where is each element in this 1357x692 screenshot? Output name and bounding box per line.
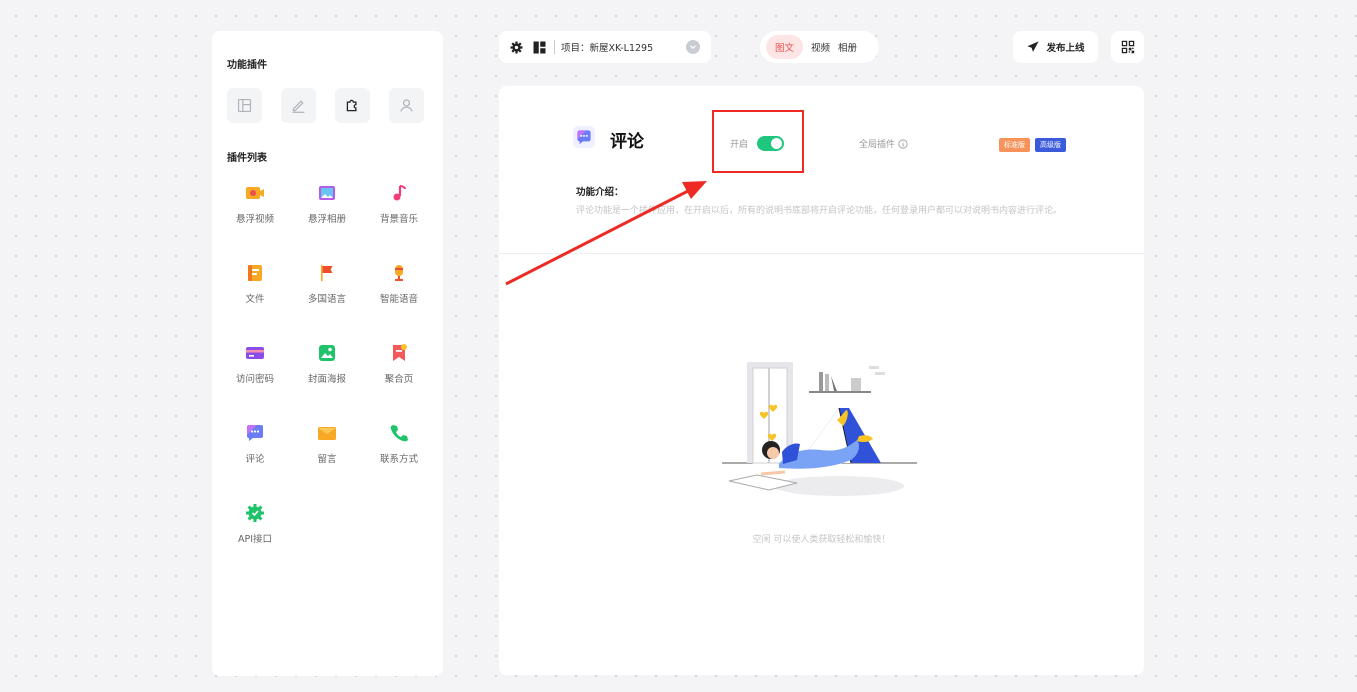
- empty-state-illustration: [722, 362, 917, 496]
- plugin-grid: 悬浮视频 悬浮相册 背景音乐 文件 多国语言 智能语音 访问密码 封面海报 聚合…: [219, 182, 439, 547]
- phone-icon: [388, 422, 410, 444]
- section-divider: [499, 253, 1144, 254]
- plugin-label: API接口: [237, 534, 273, 545]
- project-name: 项目：新屋XK-L1295: [561, 43, 654, 54]
- send-icon: [1027, 41, 1040, 52]
- qr-code-button[interactable]: [1111, 31, 1144, 63]
- plugin-label: 悬浮相册: [307, 214, 346, 225]
- tab-album[interactable]: 相册: [838, 40, 857, 54]
- plugin-aggregate-page[interactable]: 聚合页: [363, 342, 435, 387]
- layout-icon: [237, 98, 252, 113]
- plugin-label: 留言: [317, 454, 337, 465]
- publish-label: 发布上线: [1046, 43, 1085, 54]
- file-icon: [244, 262, 266, 284]
- music-icon: [388, 182, 410, 204]
- tab-image-text[interactable]: 图文: [766, 35, 804, 59]
- plugin-detail-panel: 评论 开启 全局插件 标准版 高级版 功能介绍： 评论功能是一个插件应用，在开启…: [499, 86, 1144, 675]
- plugin-api[interactable]: API接口: [219, 502, 291, 547]
- plugin-contact[interactable]: 联系方式: [363, 422, 435, 467]
- plugin-label: 访问密码: [235, 374, 274, 385]
- edition-badges: 标准版 高级版: [999, 138, 1066, 152]
- flag-icon: [316, 262, 338, 284]
- plugin-label: 智能语音: [379, 294, 418, 305]
- plugin-title: 评论: [610, 132, 644, 152]
- plugin-cover-poster[interactable]: 封面海报: [291, 342, 363, 387]
- plugin-multi-language[interactable]: 多国语言: [291, 262, 363, 307]
- plugin-list-title: 插件列表: [227, 153, 267, 164]
- plugin-label: 背景音乐: [379, 214, 418, 225]
- tool-user[interactable]: [389, 88, 424, 123]
- bookmark-icon: [388, 342, 410, 364]
- tab-video[interactable]: 视频: [811, 40, 830, 54]
- tool-layout[interactable]: [227, 88, 262, 123]
- user-icon: [400, 99, 413, 112]
- badge-advanced: 高级版: [1035, 138, 1066, 152]
- info-icon[interactable]: [898, 138, 908, 149]
- api-gear-icon: [244, 502, 266, 524]
- plugin-comment[interactable]: 评论: [219, 422, 291, 467]
- comment-icon: [244, 422, 266, 444]
- video-icon: [244, 182, 266, 204]
- tool-row: [227, 88, 424, 123]
- plugin-sidebar: 功能插件 插件列表 悬浮视频 悬浮相册 背景音乐 文件 多国语言 智能语音 访问…: [212, 31, 443, 676]
- plugin-label: 评论: [245, 454, 265, 465]
- chevron-down-icon[interactable]: [686, 40, 700, 54]
- plugin-label: 多国语言: [307, 294, 346, 305]
- edit-icon: [292, 100, 305, 113]
- album-icon: [316, 182, 338, 204]
- layout-grid-icon[interactable]: [531, 39, 547, 55]
- publish-button[interactable]: 发布上线: [1013, 31, 1098, 63]
- plugin-label: 悬浮视频: [235, 214, 274, 225]
- intro-title: 功能介绍：: [576, 187, 624, 198]
- plugin-label: 联系方式: [379, 454, 418, 465]
- badge-standard: 标准版: [999, 138, 1030, 152]
- tool-plugin[interactable]: [335, 88, 370, 123]
- tool-edit[interactable]: [281, 88, 316, 123]
- plugin-access-password[interactable]: 访问密码: [219, 342, 291, 387]
- poster-icon: [316, 342, 338, 364]
- global-plugin-info: 全局插件: [859, 137, 908, 150]
- plugin-smart-voice[interactable]: 智能语音: [363, 262, 435, 307]
- plugin-floating-video[interactable]: 悬浮视频: [219, 182, 291, 227]
- plugin-floating-album[interactable]: 悬浮相册: [291, 182, 363, 227]
- plugin-file[interactable]: 文件: [219, 262, 291, 307]
- plugin-message[interactable]: 留言: [291, 422, 363, 467]
- tools-section-title: 功能插件: [227, 60, 267, 71]
- settings-gear-icon[interactable]: [508, 39, 524, 55]
- comment-icon: [573, 126, 595, 148]
- card-icon: [244, 342, 266, 364]
- highlight-box: [712, 110, 804, 173]
- project-selector[interactable]: 项目：新屋XK-L1295: [499, 31, 711, 63]
- plugin-bg-music[interactable]: 背景音乐: [363, 182, 435, 227]
- mail-icon: [316, 422, 338, 444]
- empty-state-text: 空闲 可以使人类获取轻松和愉快！: [752, 535, 891, 545]
- puzzle-icon: [346, 99, 357, 112]
- plugin-label: 封面海报: [307, 374, 346, 385]
- divider: [554, 40, 555, 54]
- intro-text: 评论功能是一个插件应用，在开启以后，所有的说明书底部将开启评论功能，任何登录用户…: [576, 206, 1063, 216]
- plugin-label: 文件: [245, 294, 265, 305]
- plugin-label: 聚合页: [384, 374, 414, 385]
- microphone-icon: [388, 262, 410, 284]
- global-plugin-label: 全局插件: [859, 140, 896, 150]
- content-mode-tabs: 图文 视频 相册: [760, 31, 879, 63]
- qr-code-icon: [1121, 40, 1134, 54]
